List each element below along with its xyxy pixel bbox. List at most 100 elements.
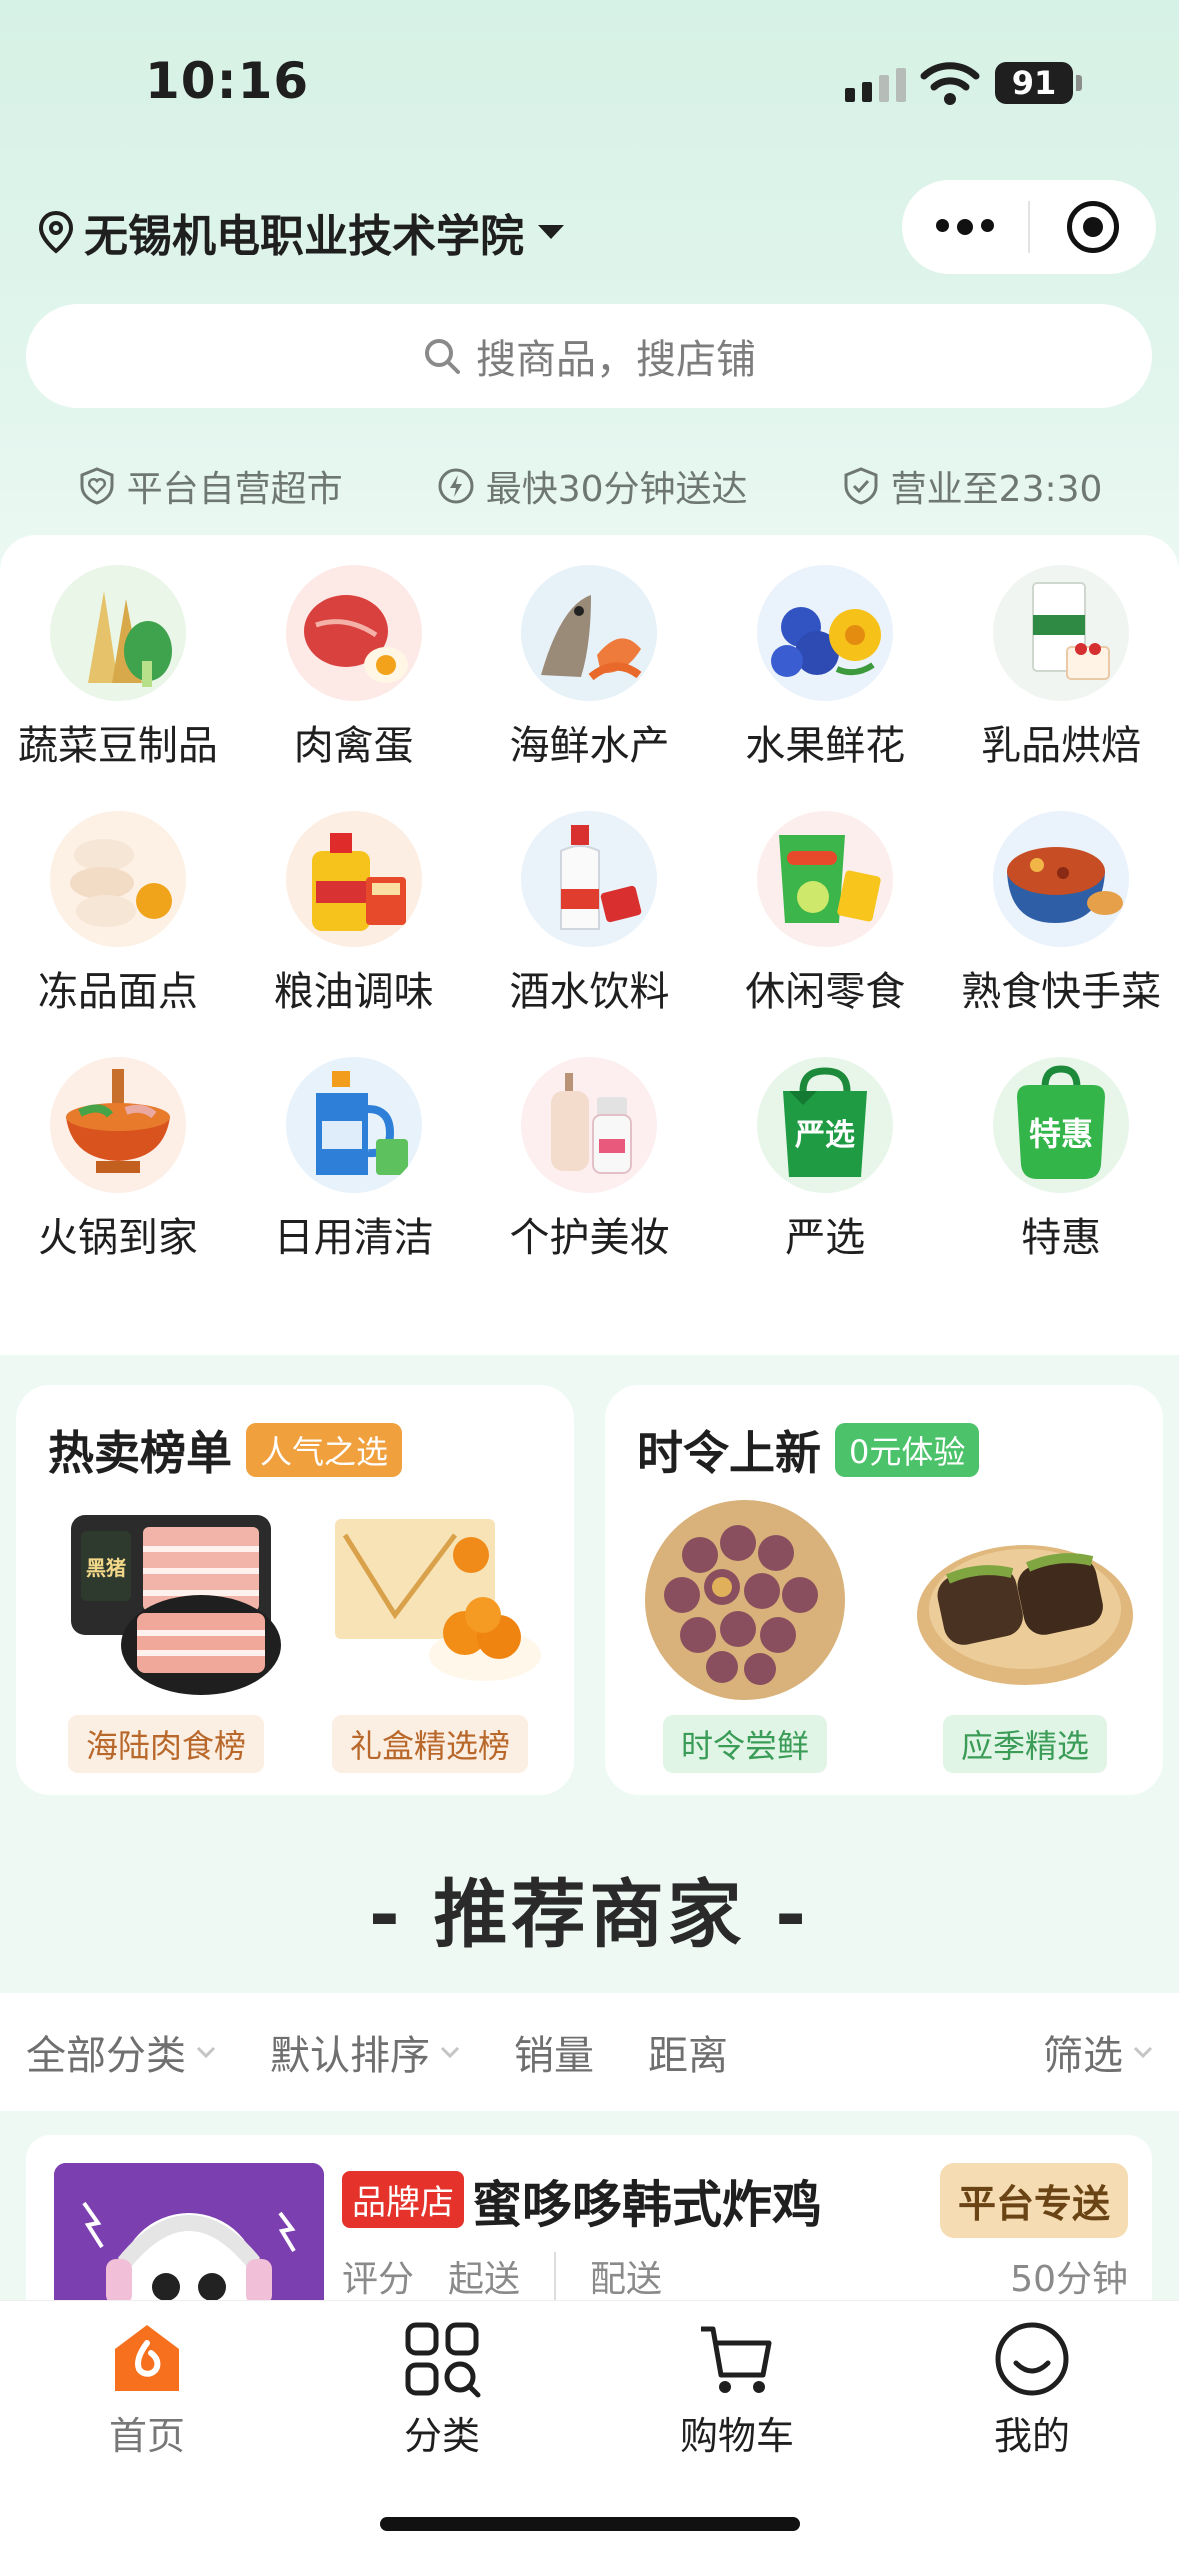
home-icon <box>115 2325 179 2391</box>
page: 10:16 91 无锡机电职业技术学院 搜商品，搜店铺 平台自营超市 最快30分… <box>0 0 1179 2556</box>
tab-mine[interactable]: 我的 <box>932 2319 1132 2460</box>
fruit-flower-icon <box>757 565 894 701</box>
feature-label: 最快30分钟送达 <box>485 469 748 510</box>
category-label: 严选 <box>785 1215 866 1261</box>
category-label: 水果鲜花 <box>745 723 906 769</box>
grid-icon <box>405 2322 481 2398</box>
discount-bag-icon: 特惠 <box>993 1057 1130 1193</box>
seasonal-badge: 0元体验 <box>835 1423 980 1477</box>
shield-heart-icon <box>80 467 114 505</box>
category-item[interactable]: 熟食快手菜 <box>943 811 1179 1017</box>
promo-item-selected[interactable]: 应季精选 <box>895 1495 1155 1775</box>
close-miniapp-button[interactable] <box>1030 180 1156 274</box>
category-item[interactable]: 冻品面点 <box>0 811 236 1017</box>
seasonal-card[interactable]: 时令上新 0元体验 时令尝鲜 应季精选 <box>605 1385 1163 1795</box>
seasonal-header: 时令上新 0元体验 <box>637 1417 980 1483</box>
target-icon <box>1066 201 1119 253</box>
svg-text:特惠: 特惠 <box>1029 1115 1093 1153</box>
chevron-down-icon <box>196 2046 216 2058</box>
chevron-down-icon <box>440 2046 460 2058</box>
category-label: 休闲零食 <box>745 969 906 1015</box>
feature-fast-delivery: 最快30分钟送达 <box>436 458 748 514</box>
hot-sales-header: 热卖榜单 人气之选 <box>48 1417 403 1483</box>
promo-item-fresh[interactable]: 时令尝鲜 <box>615 1495 875 1775</box>
chevron-down-icon <box>1133 2046 1153 2058</box>
promo-item-gift[interactable]: 礼盒精选榜 <box>300 1495 560 1775</box>
feature-label: 营业至23:30 <box>890 469 1103 510</box>
pork-belly-image: 黑猪 <box>51 1495 281 1705</box>
battery-icon: 91 <box>995 62 1073 104</box>
category-label: 冻品面点 <box>37 969 198 1015</box>
tab-label: 购物车 <box>679 2414 794 2458</box>
home-indicator[interactable] <box>380 2517 800 2531</box>
hot-sales-title: 热卖榜单 <box>48 1426 232 1480</box>
hot-list-meat-label: 海陆肉食榜 <box>67 1715 264 1773</box>
sort-sales[interactable]: 销量 <box>514 2023 594 2081</box>
category-item[interactable]: 肉禽蛋 <box>236 565 472 771</box>
tab-label: 首页 <box>108 2414 185 2458</box>
tab-home[interactable]: 首页 <box>47 2319 247 2460</box>
miniapp-capsule <box>902 180 1156 274</box>
shield-check-icon <box>844 467 878 505</box>
more-button[interactable] <box>902 180 1028 274</box>
category-item[interactable]: 粮油调味 <box>236 811 472 1017</box>
category-item[interactable]: 酒水饮料 <box>472 811 708 1017</box>
feature-business-hours: 营业至23:30 <box>841 458 1103 514</box>
category-item[interactable]: 严选 严选 <box>707 1057 943 1263</box>
category-item[interactable]: 火锅到家 <box>0 1057 236 1263</box>
category-item[interactable]: 海鲜水产 <box>472 565 708 771</box>
category-label: 个护美妆 <box>509 1215 670 1261</box>
category-label: 蔬菜豆制品 <box>17 723 218 769</box>
tab-label: 分类 <box>403 2414 480 2458</box>
hot-sales-card[interactable]: 热卖榜单 人气之选 黑猪 海陆肉食榜 礼盒精选榜 <box>16 1385 574 1795</box>
cooked-food-icon <box>993 811 1130 947</box>
smile-icon <box>995 2322 1069 2396</box>
category-item[interactable]: 休闲零食 <box>707 811 943 1017</box>
signal-icon <box>845 68 906 102</box>
battery-tip <box>1076 75 1082 91</box>
status-bar: 10:16 91 <box>0 0 1179 170</box>
sort-label: 默认排序 <box>270 2033 430 2079</box>
category-label: 肉禽蛋 <box>293 723 414 769</box>
sort-distance[interactable]: 距离 <box>648 2023 728 2081</box>
plums-image <box>630 1495 860 1705</box>
frozen-dumpling-icon <box>49 811 186 947</box>
hotpot-icon <box>49 1057 186 1193</box>
seafood-icon <box>521 565 658 701</box>
sort-label: 全部分类 <box>26 2033 186 2079</box>
sort-all-categories[interactable]: 全部分类 <box>26 2023 216 2081</box>
location-pin-icon <box>38 210 74 254</box>
category-item[interactable]: 日用清洁 <box>236 1057 472 1263</box>
delivery-time: 50分钟 <box>1010 2259 1128 2300</box>
promo-item-meat[interactable]: 黑猪 海陆肉食榜 <box>36 1495 296 1775</box>
category-label: 日用清洁 <box>273 1215 434 1261</box>
liquor-drink-icon <box>521 811 658 947</box>
vegetables-icon <box>49 565 186 701</box>
category-item[interactable]: 水果鲜花 <box>707 565 943 771</box>
sort-default[interactable]: 默认排序 <box>270 2023 460 2081</box>
search-bar[interactable]: 搜商品，搜店铺 <box>26 304 1152 408</box>
service-features: 平台自营超市 最快30分钟送达 营业至23:30 <box>0 458 1179 514</box>
cart-icon <box>701 2326 772 2393</box>
category-label: 熟食快手菜 <box>961 969 1162 1015</box>
category-label: 火锅到家 <box>37 1215 198 1261</box>
search-placeholder: 搜商品，搜店铺 <box>476 337 756 383</box>
lightning-icon <box>438 468 474 504</box>
filter-button[interactable]: 筛选 <box>1043 2023 1153 2081</box>
feature-self-operated: 平台自营超市 <box>77 458 343 514</box>
location-selector[interactable]: 无锡机电职业技术学院 <box>38 200 564 264</box>
category-item[interactable]: 个护美妆 <box>472 1057 708 1263</box>
seasonal-selected-label: 应季精选 <box>942 1715 1107 1773</box>
tab-category[interactable]: 分类 <box>342 2319 542 2460</box>
hot-sales-badge: 人气之选 <box>246 1423 403 1477</box>
category-label: 酒水饮料 <box>509 969 670 1015</box>
meta-divider <box>554 2252 557 2300</box>
seasonal-fresh-label: 时令尝鲜 <box>662 1715 827 1773</box>
tab-cart[interactable]: 购物车 <box>637 2319 837 2460</box>
category-item[interactable]: 蔬菜豆制品 <box>0 565 236 771</box>
category-item[interactable]: 乳品烘焙 <box>943 565 1179 771</box>
category-item[interactable]: 特惠 特惠 <box>943 1057 1179 1263</box>
cake-roll-image <box>910 1495 1140 1705</box>
svg-text:严选: 严选 <box>795 1118 855 1153</box>
category-panel: 蔬菜豆制品 肉禽蛋 海鲜水产 水果鲜花 乳品烘焙 冻品面点 粮油调味 酒水饮料 … <box>0 535 1179 1355</box>
